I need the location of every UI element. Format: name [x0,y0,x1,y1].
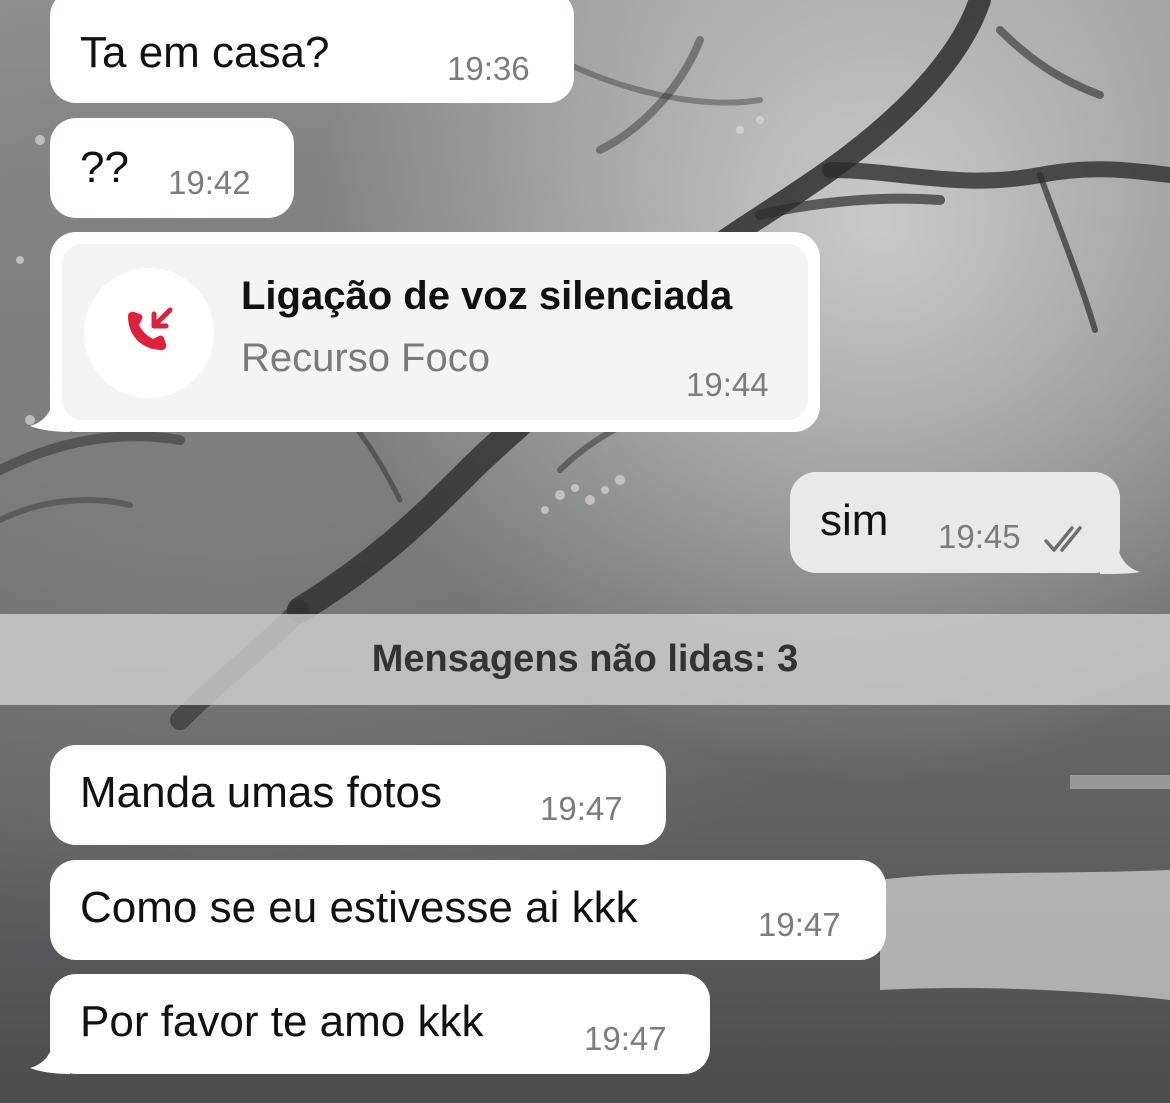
message-timestamp: 19:47 [758,906,841,943]
message-timestamp: 19:47 [540,790,623,827]
message-text: Ta em casa? [80,28,330,77]
message-timestamp: 19:47 [584,1020,667,1057]
call-icon-circle [84,268,214,398]
message-timestamp: 19:36 [447,50,530,87]
call-subtitle: Recurso Foco [241,336,490,380]
message-text: Como se eu estivesse ai kkk [80,883,638,932]
bubble-tail [30,1038,70,1074]
call-timestamp: 19:44 [686,366,769,403]
message-text: Por favor te amo kkk [80,997,484,1046]
double-check-read-icon [1044,526,1082,552]
message-text: ?? [80,143,129,192]
bubble-tail [1100,540,1140,574]
call-title: Ligação de voz silenciada [241,274,733,318]
message-timestamp: 19:45 [938,518,1021,555]
message-timestamp: 19:42 [168,164,251,201]
unread-messages-label: Mensagens não lidas: 3 [371,638,799,680]
message-text: Manda umas fotos [80,768,442,817]
message-text: sim [820,496,889,545]
missed-call-icon [128,307,173,350]
